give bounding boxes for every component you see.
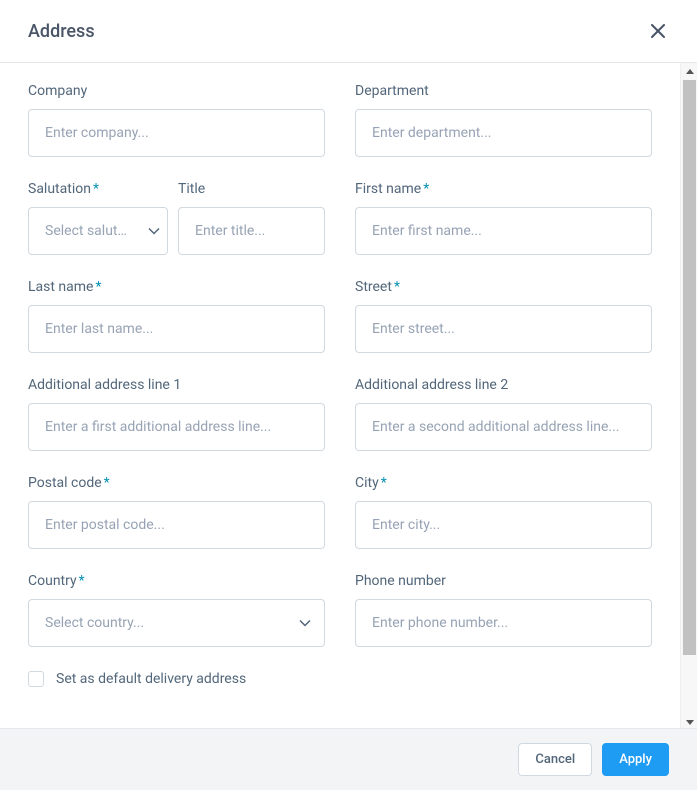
scrollbar[interactable] (680, 63, 697, 731)
city-input[interactable] (355, 501, 652, 549)
default-delivery-row[interactable]: Set as default delivery address (28, 671, 652, 687)
company-input[interactable] (28, 109, 325, 157)
department-label: Department (355, 83, 652, 99)
addr2-input[interactable] (355, 403, 652, 451)
modal-title: Address (28, 21, 95, 42)
triangle-up-icon (686, 69, 694, 74)
postal-input[interactable] (28, 501, 325, 549)
modal-footer: Cancel Apply (0, 728, 697, 790)
addr1-input[interactable] (28, 403, 325, 451)
cancel-button[interactable]: Cancel (518, 743, 592, 776)
salutation-label: Salutation* (28, 181, 168, 197)
postal-label: Postal code* (28, 475, 325, 491)
company-label: Company (28, 83, 325, 99)
scroll-thumb[interactable] (683, 80, 696, 655)
lastname-label: Last name* (28, 279, 325, 295)
triangle-down-icon (686, 720, 694, 725)
firstname-label: First name* (355, 181, 652, 197)
content-wrapper: Company Department Salutation* Select sa… (0, 63, 697, 731)
title-label: Title (178, 181, 325, 197)
addr2-label: Additional address line 2 (355, 377, 652, 393)
default-delivery-label: Set as default delivery address (56, 671, 246, 687)
close-button[interactable] (647, 20, 669, 42)
phone-label: Phone number (355, 573, 652, 589)
street-label: Street* (355, 279, 652, 295)
close-icon (651, 24, 665, 38)
apply-button[interactable]: Apply (602, 743, 669, 776)
country-label: Country* (28, 573, 325, 589)
title-input[interactable] (178, 207, 325, 255)
default-delivery-checkbox[interactable] (28, 671, 44, 687)
department-input[interactable] (355, 109, 652, 157)
street-input[interactable] (355, 305, 652, 353)
firstname-input[interactable] (355, 207, 652, 255)
salutation-select[interactable]: Select salutation... (28, 207, 168, 255)
city-label: City* (355, 475, 652, 491)
form-body: Company Department Salutation* Select sa… (0, 63, 680, 731)
addr1-label: Additional address line 1 (28, 377, 325, 393)
phone-input[interactable] (355, 599, 652, 647)
modal-header: Address (0, 0, 697, 63)
lastname-input[interactable] (28, 305, 325, 353)
country-select[interactable]: Select country... (28, 599, 325, 647)
scroll-up-button[interactable] (681, 63, 697, 80)
